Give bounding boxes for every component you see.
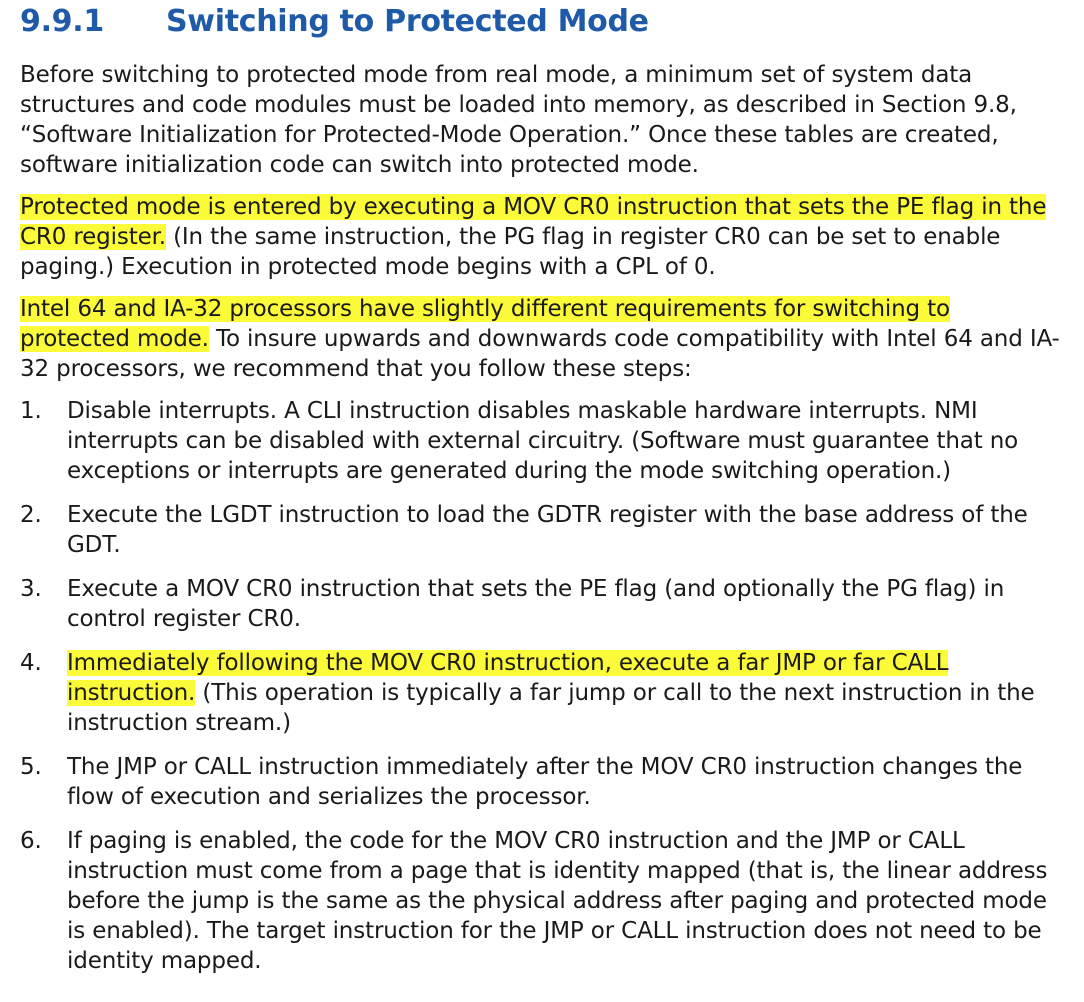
step-text: Disable interrupts. A CLI instruction di… (67, 396, 1064, 486)
step-text: Execute the LGDT instruction to load the… (67, 500, 1064, 560)
section-title: Switching to Protected Mode (166, 4, 649, 39)
list-item: 2. Execute the LGDT instruction to load … (20, 500, 1064, 560)
paragraph-processor-requirements: Intel 64 and IA-32 processors have sligh… (20, 294, 1064, 384)
step-text: If paging is enabled, the code for the M… (67, 826, 1064, 976)
step-text: The JMP or CALL instruction immediately … (67, 752, 1064, 812)
document-page: 9.9.1 Switching to Protected Mode Before… (0, 0, 1084, 1002)
step-body: (This operation is typically a far jump … (67, 680, 1035, 736)
paragraph-intro: Before switching to protected mode from … (20, 60, 1064, 180)
list-item: 3. Execute a MOV CR0 instruction that se… (20, 574, 1064, 634)
paragraph-protected-mode-entry: Protected mode is entered by executing a… (20, 192, 1064, 282)
step-text: Immediately following the MOV CR0 instru… (67, 648, 1064, 738)
step-text: Execute a MOV CR0 instruction that sets … (67, 574, 1064, 634)
section-heading: 9.9.1 Switching to Protected Mode (20, 4, 1064, 50)
step-body: The JMP or CALL instruction immediately … (67, 754, 1023, 810)
list-item: 6. If paging is enabled, the code for th… (20, 826, 1064, 976)
step-number: 3. (20, 576, 42, 602)
step-number: 2. (20, 502, 42, 528)
paragraph-text: (In the same instruction, the PG flag in… (20, 224, 1001, 280)
section-number: 9.9.1 (20, 4, 104, 39)
paragraph-text: Before switching to protected mode from … (20, 62, 1017, 178)
step-body: Execute a MOV CR0 instruction that sets … (67, 576, 1005, 632)
steps-list: 1. Disable interrupts. A CLI instruction… (20, 396, 1064, 976)
step-number: 6. (20, 828, 42, 854)
list-item: 1. Disable interrupts. A CLI instruction… (20, 396, 1064, 486)
list-item: 4. Immediately following the MOV CR0 ins… (20, 648, 1064, 738)
step-number: 5. (20, 754, 42, 780)
step-number: 1. (20, 398, 42, 424)
step-body: Disable interrupts. A CLI instruction di… (67, 398, 1019, 484)
list-item: 5. The JMP or CALL instruction immediate… (20, 752, 1064, 812)
step-body: If paging is enabled, the code for the M… (67, 828, 1048, 974)
step-number: 4. (20, 650, 42, 676)
step-body: Execute the LGDT instruction to load the… (67, 502, 1028, 558)
